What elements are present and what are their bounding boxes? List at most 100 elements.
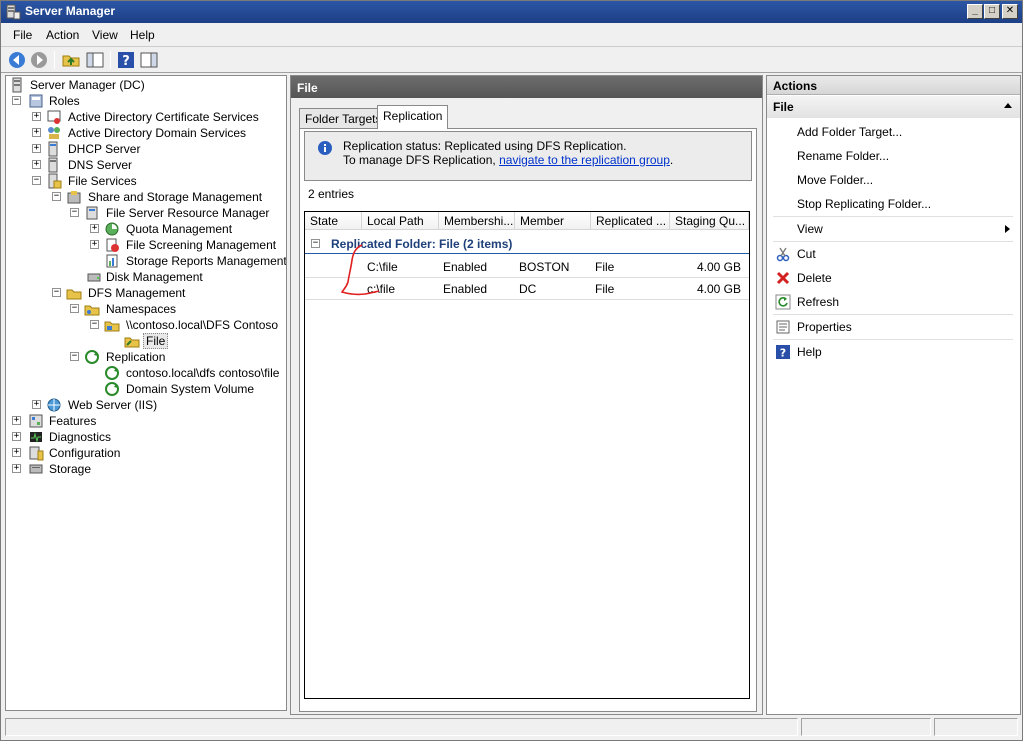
column-header-staging[interactable]: Staging Qu... — [670, 212, 749, 230]
column-header-state[interactable]: State — [305, 212, 362, 230]
expand-toggle[interactable]: + — [32, 128, 41, 137]
results-pane-title: File — [291, 76, 762, 98]
svg-text:?: ? — [122, 54, 130, 69]
collapse-toggle[interactable]: − — [32, 176, 41, 185]
collapse-up-icon[interactable] — [1004, 103, 1012, 108]
expand-toggle[interactable]: + — [12, 432, 21, 441]
help-icon: ? — [776, 345, 790, 360]
tree-label-namespaces: Namespaces — [106, 302, 177, 316]
collapse-toggle[interactable]: − — [311, 239, 320, 248]
submenu-arrow-icon — [1005, 225, 1010, 233]
collapse-toggle[interactable]: − — [52, 288, 61, 297]
tree-label-configuration: Configuration — [49, 446, 121, 460]
action-delete[interactable]: Delete — [767, 267, 1020, 289]
file-screening-icon — [106, 238, 119, 252]
cell-membership: Enabled — [443, 282, 488, 296]
tree-label-file-screening: File Screening Management — [126, 238, 277, 252]
show-hide-tree-icon[interactable] — [85, 50, 105, 70]
column-header-local-path[interactable]: Local Path — [362, 212, 439, 230]
action-add-folder-target[interactable]: Add Folder Target... — [767, 121, 1020, 143]
collapse-toggle[interactable]: − — [12, 96, 21, 105]
action-help[interactable]: ? Help — [767, 341, 1020, 363]
maximize-button[interactable]: □ — [984, 4, 1000, 19]
actions-separator — [773, 216, 1013, 217]
action-refresh[interactable]: Refresh — [767, 291, 1020, 313]
cell-replicated-folder: File — [595, 282, 615, 296]
expand-toggle[interactable]: + — [32, 112, 41, 121]
column-header-replicated[interactable]: Replicated ... — [591, 212, 670, 230]
action-label: Help — [797, 345, 822, 359]
action-label: View — [797, 222, 823, 236]
collapse-toggle[interactable]: − — [70, 352, 79, 361]
menu-bar: File Action View Help — [1, 24, 1022, 46]
close-button[interactable]: ✕ — [1002, 4, 1018, 19]
manage-prefix: To manage DFS Replication, — [343, 153, 496, 167]
action-properties[interactable]: Properties — [767, 316, 1020, 338]
collapse-toggle[interactable]: − — [52, 192, 61, 201]
actions-pane: Actions File Add Folder Target... Rename… — [766, 75, 1021, 715]
replication-status-box: Replication status: Replicated using DFS… — [304, 131, 752, 181]
toolbar-separator — [54, 51, 55, 69]
expand-toggle[interactable]: + — [32, 160, 41, 169]
refresh-icon — [775, 294, 791, 310]
properties-pane-icon[interactable] — [139, 50, 159, 70]
expand-toggle[interactable]: + — [12, 416, 21, 425]
tree-label-features: Features — [49, 414, 97, 428]
folder-link-icon — [124, 337, 140, 348]
status-panel-3 — [934, 718, 1018, 736]
info-icon — [318, 141, 332, 155]
action-label: Rename Folder... — [797, 149, 890, 163]
entries-count: 2 entries — [308, 187, 355, 201]
cell-replicated-folder: File — [595, 260, 615, 274]
menu-file[interactable]: File — [13, 28, 32, 42]
console-tree: Server Manager (DC) − Roles + Active Dir… — [5, 75, 287, 711]
expand-toggle[interactable]: + — [12, 464, 21, 473]
column-header-member[interactable]: Member — [515, 212, 591, 230]
tab-folder-targets[interactable]: Folder Targets — [299, 108, 388, 128]
help-icon[interactable]: ? — [116, 50, 136, 70]
menu-view[interactable]: View — [92, 28, 118, 42]
tree-label-ad-domain: Active Directory Domain Services — [68, 126, 247, 140]
action-cut[interactable]: Cut — [767, 243, 1020, 265]
replication-tab-panel: Replication status: Replicated using DFS… — [299, 128, 757, 712]
cell-staging-quota: 4.00 GB — [696, 260, 741, 274]
column-header-membership[interactable]: Membershi... — [439, 212, 515, 230]
up-folder-icon[interactable] — [61, 50, 81, 70]
expand-toggle[interactable]: + — [90, 240, 99, 249]
minimize-button[interactable]: _ — [967, 4, 983, 19]
red-bracket-annotation — [340, 244, 380, 296]
action-move-folder[interactable]: Move Folder... — [767, 169, 1020, 191]
action-rename-folder[interactable]: Rename Folder... — [767, 145, 1020, 167]
expand-toggle[interactable]: + — [32, 400, 41, 409]
configuration-icon — [29, 446, 44, 461]
actions-separator — [773, 241, 1013, 242]
back-icon[interactable] — [7, 50, 27, 70]
menu-action[interactable]: Action — [46, 28, 79, 42]
storage-icon — [29, 464, 43, 474]
expand-toggle[interactable]: + — [90, 224, 99, 233]
title-bar[interactable]: Server Manager _ □ ✕ — [1, 1, 1022, 23]
collapse-toggle[interactable]: − — [70, 304, 79, 313]
action-stop-replicating-folder[interactable]: Stop Replicating Folder... — [767, 193, 1020, 215]
server-manager-window: Server Manager _ □ ✕ File Action View He… — [0, 0, 1023, 741]
namespaces-icon — [84, 305, 100, 316]
namespace-root-icon — [104, 321, 120, 332]
action-label: Add Folder Target... — [797, 125, 903, 139]
expand-toggle[interactable]: + — [32, 144, 41, 153]
collapse-toggle[interactable]: − — [70, 208, 79, 217]
expand-toggle[interactable]: + — [12, 448, 21, 457]
web-server-icon — [47, 398, 61, 412]
tree-label-diagnostics: Diagnostics — [49, 430, 112, 444]
status-panel-2 — [801, 718, 931, 736]
status-bar — [1, 715, 1022, 739]
dns-server-icon — [48, 157, 58, 173]
forward-icon[interactable] — [29, 50, 49, 70]
tab-replication[interactable]: Replication — [377, 105, 449, 129]
navigate-replication-group-link[interactable]: navigate to the replication group — [499, 153, 670, 167]
collapse-toggle[interactable]: − — [90, 320, 99, 329]
actions-section-file[interactable]: File — [767, 96, 1020, 118]
menu-help[interactable]: Help — [130, 28, 155, 42]
roles-icon — [29, 94, 43, 108]
action-view[interactable]: View — [767, 218, 1020, 240]
cell-membership: Enabled — [443, 260, 488, 274]
